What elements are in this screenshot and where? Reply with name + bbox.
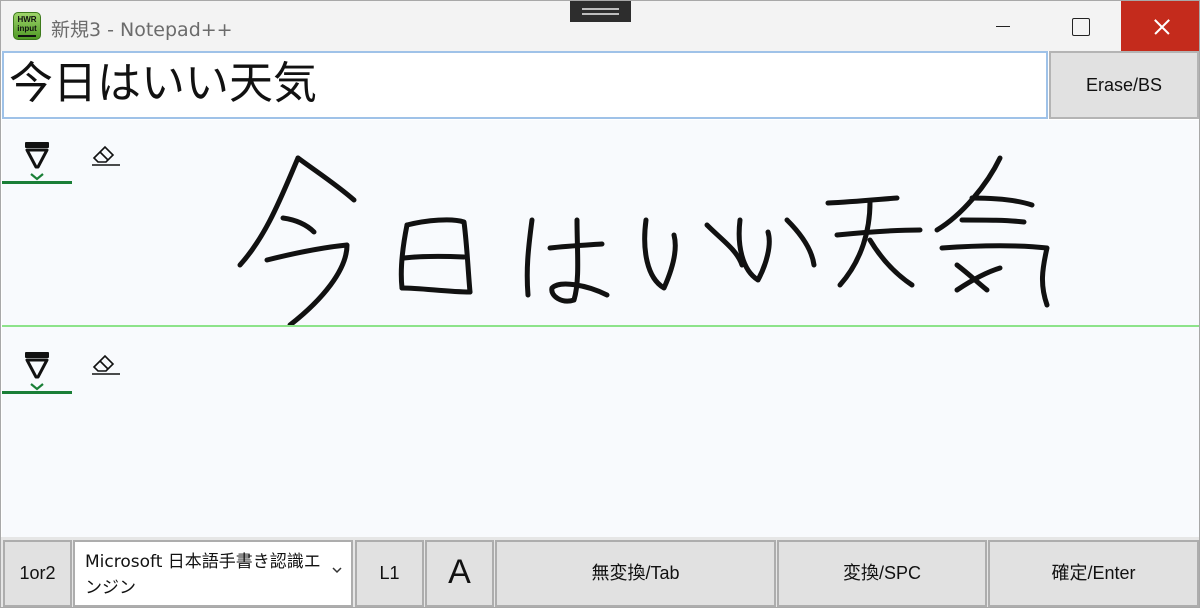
recognized-text-field[interactable]: 今日はいい天気 — [2, 51, 1048, 119]
handwriting-panel-2[interactable] — [2, 327, 1199, 537]
maximize-button[interactable] — [1041, 1, 1119, 51]
handwriting-panel-1[interactable] — [2, 120, 1199, 325]
drag-handle[interactable] — [570, 1, 631, 22]
active-tool-underline — [2, 391, 72, 394]
pen-tool-button-2[interactable] — [2, 347, 72, 395]
muhenkan-tab-button[interactable]: 無変換/Tab — [495, 540, 776, 607]
confirm-enter-button[interactable]: 確定/Enter — [988, 540, 1199, 607]
pen-icon — [25, 352, 49, 391]
eraser-icon — [92, 354, 120, 375]
handwriting-strokes — [237, 155, 1050, 325]
erase-bs-button[interactable]: Erase/BS — [1049, 51, 1199, 119]
mode-1or2-button[interactable]: 1or2 — [3, 540, 72, 607]
app-icon-text-line2: input — [17, 24, 37, 33]
recognition-engine-select[interactable]: Microsoft 日本語手書き認識エンジン — [73, 540, 353, 607]
hwr-input-icon: HWR input — [13, 12, 41, 40]
minimize-button[interactable] — [963, 1, 1041, 51]
chevron-down-icon — [332, 567, 342, 574]
a-button[interactable]: A — [425, 540, 494, 607]
app-icon-underline — [18, 35, 36, 37]
app-icon-text: HWR input — [14, 15, 40, 33]
henkan-spc-button[interactable]: 変換/SPC — [777, 540, 987, 607]
close-button[interactable] — [1121, 1, 1199, 51]
app-icon-text-line1: HWR — [17, 15, 37, 24]
l1-button[interactable]: L1 — [355, 540, 424, 607]
window-title: 新規3 - Notepad++ — [51, 19, 233, 41]
engine-select-value: Microsoft 日本語手書き認識エンジン — [85, 552, 321, 598]
title-bar[interactable]: HWR input 新規3 - Notepad++ — [1, 1, 1199, 51]
hwr-window: HWR input 新規3 - Notepad++ 今日はいい天気 Erase/… — [0, 0, 1200, 608]
eraser-tool-button-2[interactable] — [88, 349, 124, 379]
bottom-bar: 1or2 Microsoft 日本語手書き認識エンジン L1 A 無変換/Tab… — [1, 537, 1199, 607]
